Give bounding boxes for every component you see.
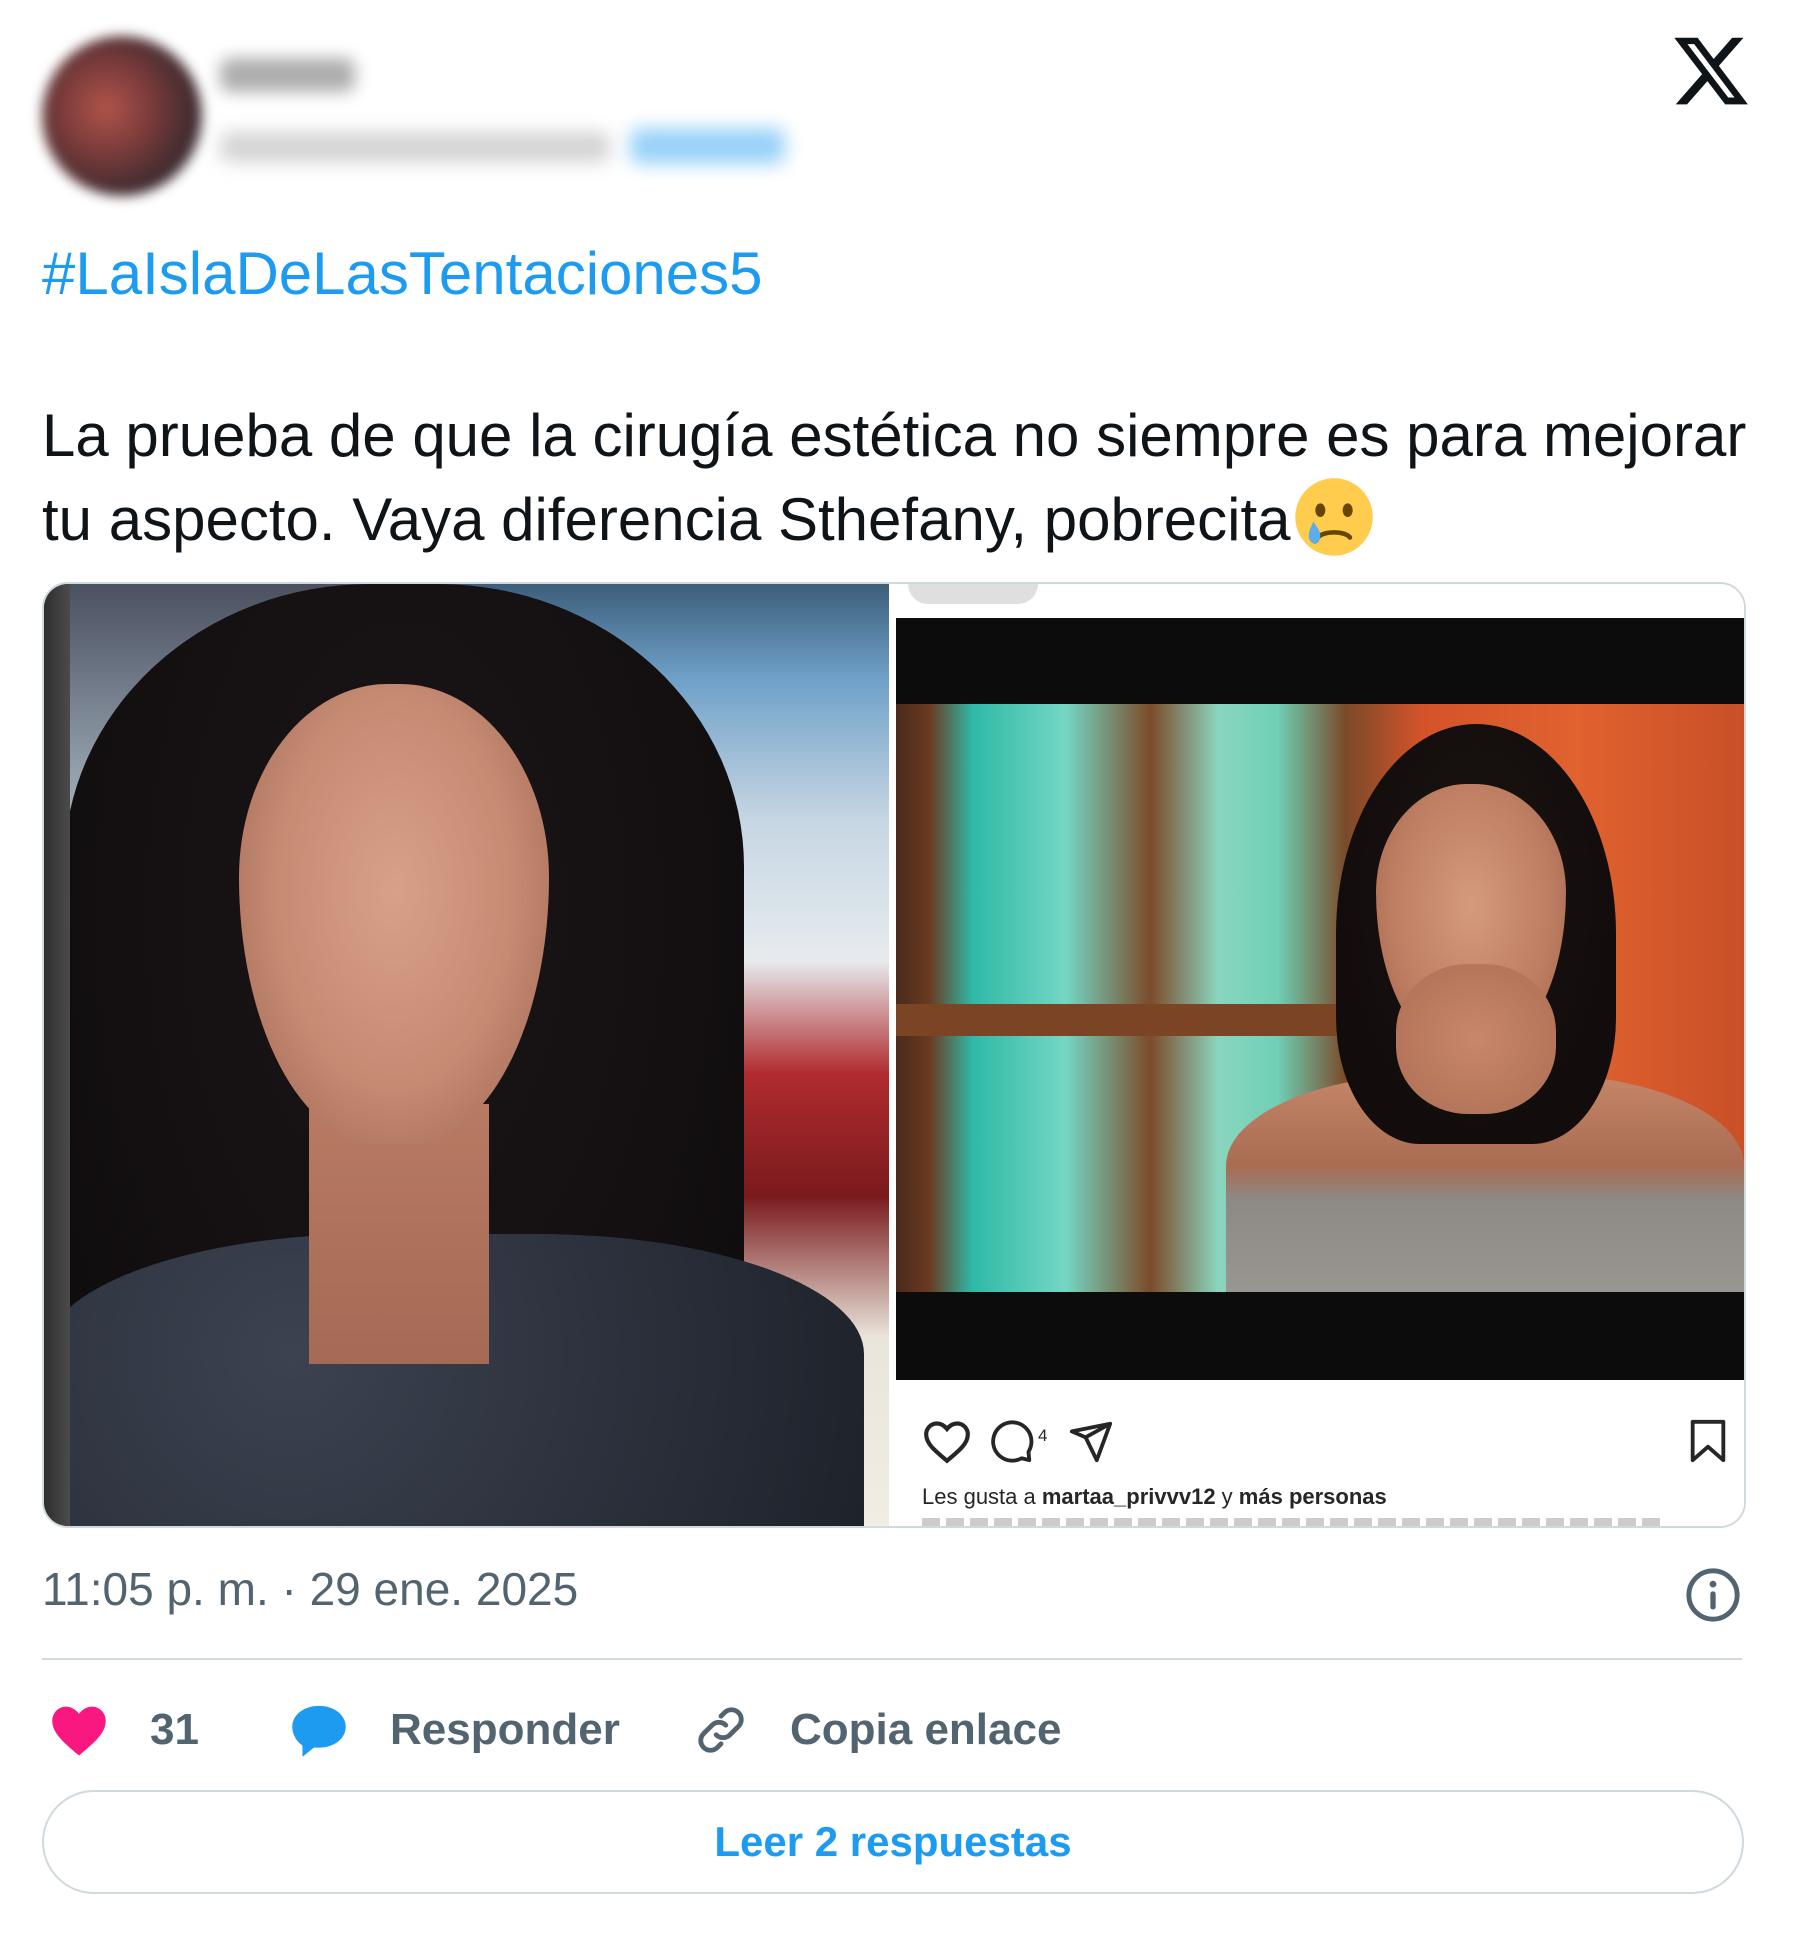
author-handle-redacted[interactable] (220, 132, 610, 162)
copy-link-button[interactable]: Copia enlace (692, 1695, 1061, 1765)
tweet-body: La prueba de que la cirugía estética no … (42, 402, 1747, 553)
x-logo-icon[interactable] (1670, 30, 1752, 112)
reply-bubble-icon (292, 1705, 346, 1757)
heart-icon (52, 1706, 106, 1756)
scene-hands (1396, 964, 1556, 1114)
divider (42, 1658, 1742, 1660)
like-button[interactable]: 31 (48, 1695, 199, 1765)
reply-label: Responder (390, 1705, 620, 1754)
follow-link-redacted[interactable] (630, 128, 785, 164)
ig-action-bar: 4 Les gusta a martaa_privvv12 y más pers… (896, 1384, 1744, 1526)
tweet-text: La prueba de que la cirugía estética no … (42, 396, 1762, 560)
ig-profile-strip (908, 584, 1038, 604)
photo-face (239, 684, 549, 1144)
photo-after-instagram-screenshot[interactable]: 4 Les gusta a martaa_privvv12 y más pers… (896, 584, 1744, 1526)
ig-comment-icon (991, 1420, 1034, 1463)
ig-heart-icon (924, 1421, 970, 1464)
photo-before[interactable] (44, 584, 889, 1526)
ig-likes-user: martaa_privvv12 (1041, 1484, 1216, 1509)
author-avatar[interactable] (42, 36, 202, 196)
ig-share-icon (1069, 1421, 1113, 1463)
ig-likes-prefix: Les gusta a (922, 1484, 1042, 1509)
ig-likes-suffix: más personas (1238, 1484, 1387, 1509)
ig-likes-middle: y (1215, 1484, 1239, 1509)
photo-edge (44, 584, 70, 1526)
tweet-media[interactable]: 4 Les gusta a martaa_privvv12 y más pers… (42, 582, 1746, 1528)
hashtag-link[interactable]: #LaIslaDeLasTentaciones5 (42, 238, 763, 310)
copy-link-label: Copia enlace (790, 1705, 1062, 1754)
ig-scene (896, 704, 1744, 1292)
author-name-redacted[interactable] (220, 58, 355, 92)
ig-comment-count: 4 (1038, 1426, 1048, 1445)
ig-bookmark-icon (1690, 1419, 1726, 1463)
info-icon[interactable] (1684, 1566, 1742, 1624)
like-count: 31 (150, 1705, 199, 1754)
tweet-embed-card: #LaIslaDeLasTentaciones5 La prueba de qu… (0, 0, 1800, 1952)
scene-window-bar (896, 1004, 1336, 1036)
link-icon (698, 1707, 744, 1753)
tweet-timestamp[interactable]: 11:05 p. m. · 29 ene. 2025 (42, 1562, 578, 1616)
reply-button[interactable]: Responder (288, 1695, 620, 1765)
read-replies-button[interactable]: Leer 2 respuestas (42, 1790, 1744, 1894)
ig-caption-truncated (922, 1518, 1662, 1526)
read-replies-label: Leer 2 respuestas (714, 1818, 1072, 1865)
ig-likes-text: Les gusta a martaa_privvv12 y más person… (922, 1484, 1387, 1510)
crying-face-icon (1294, 478, 1373, 556)
